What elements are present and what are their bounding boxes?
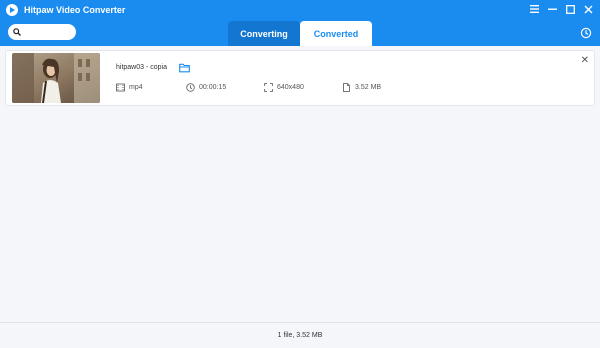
title-bar: Hitpaw Video Converter Converting Conver…: [0, 0, 600, 46]
duration-meta: 00:00:15: [186, 83, 226, 92]
search-box[interactable]: [8, 24, 76, 40]
search-input[interactable]: [24, 27, 74, 37]
menu-icon[interactable]: [528, 3, 540, 15]
file-name: hitpaw03 - copia: [116, 64, 167, 71]
size-value: 3.52 MB: [355, 84, 382, 91]
resolution-meta: 640x480: [264, 83, 304, 92]
maximize-icon[interactable]: [564, 3, 576, 15]
tab-converting[interactable]: Converting: [228, 21, 300, 46]
close-icon[interactable]: [582, 3, 594, 15]
search-icon: [13, 28, 21, 36]
minimize-icon[interactable]: [546, 3, 558, 15]
status-bar: 1 file, 3.52 MB: [0, 322, 600, 348]
history-icon[interactable]: [580, 27, 592, 39]
tab-converted[interactable]: Converted: [300, 21, 372, 46]
resolution-icon: [264, 83, 273, 92]
files-summary: 1 file, 3.52 MB: [277, 332, 323, 339]
format-meta: mp4: [116, 83, 143, 92]
resolution-value: 640x480: [277, 84, 304, 91]
duration-value: 00:00:15: [199, 84, 227, 91]
folder-icon[interactable]: [179, 63, 190, 73]
app-title: Hitpaw Video Converter: [24, 5, 126, 15]
file-icon: [343, 83, 350, 92]
file-card: hitpaw03 - copia ✕ mp4 00:00:15 640x480 …: [5, 50, 595, 106]
remove-file-button[interactable]: ✕: [581, 56, 589, 66]
film-icon: [116, 83, 125, 92]
clock-icon: [186, 83, 195, 92]
video-thumbnail[interactable]: [12, 53, 100, 103]
app-logo-icon: [6, 4, 18, 16]
format-value: mp4: [129, 84, 143, 91]
size-meta: 3.52 MB: [342, 83, 381, 92]
